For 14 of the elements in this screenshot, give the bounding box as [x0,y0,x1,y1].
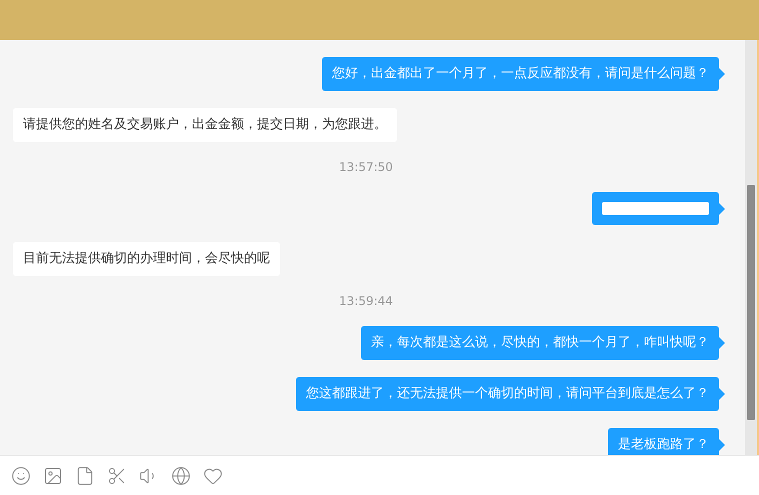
file-icon[interactable] [75,466,95,486]
message-bubble: 请提供您的姓名及交易账户，出金金额，提交日期，为您跟进。 [13,108,397,142]
image-icon[interactable] [43,466,63,486]
smiley-icon[interactable] [11,466,31,486]
bubble-tail-icon [719,439,725,451]
message-bubble: 目前无法提供确切的办理时间，会尽快的呢 [13,242,280,276]
bubble-tail-icon [719,388,725,400]
bubble-tail-icon [719,337,725,349]
timestamp: 13:57:50 [339,159,393,175]
timestamp: 13:59:44 [339,293,393,309]
scissors-icon[interactable] [107,466,127,486]
bubble-tail-icon [719,68,725,80]
scrollbar-thumb[interactable] [747,185,755,420]
globe-icon[interactable] [171,466,191,486]
